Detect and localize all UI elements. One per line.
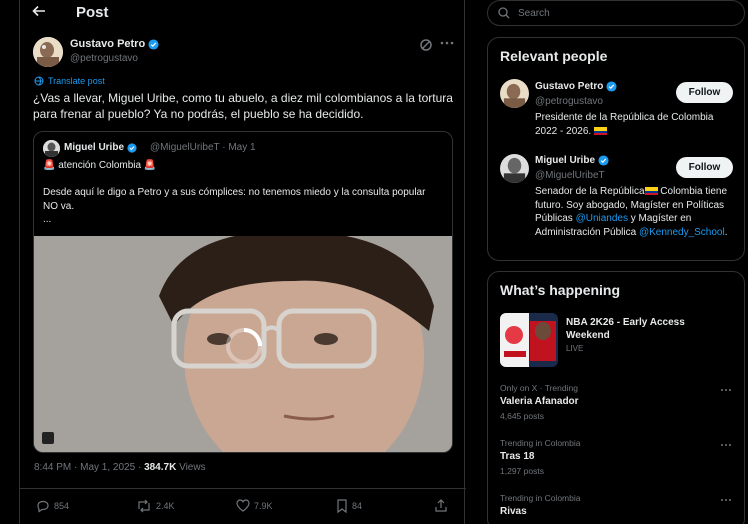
reply-count: 854 xyxy=(54,501,70,511)
trend-context: Only on X · Trending xyxy=(500,383,578,393)
trend-name[interactable]: Valeria Afanador xyxy=(500,396,579,407)
featured-trend-thumbnail[interactable] xyxy=(500,313,558,367)
quote-author-name-text[interactable]: Miguel Uribe xyxy=(64,142,124,153)
back-arrow-icon[interactable] xyxy=(32,4,52,20)
quote-text-line2: Desde aquí le digo a Petro y a sus cómpl… xyxy=(43,187,426,212)
colombia-flag-icon xyxy=(593,126,607,135)
author-name[interactable]: Gustavo Petro xyxy=(70,38,159,50)
search-icon xyxy=(498,7,510,19)
whats-happening-panel: What’s happening NBA 2K26 - Early Access… xyxy=(487,271,745,524)
person-avatar[interactable] xyxy=(500,79,529,108)
person-name[interactable]: Miguel Uribe xyxy=(535,155,609,166)
post-timestamp: 8:44 PM · May 1, 2025 · 384.7K Views xyxy=(34,462,206,473)
quote-meta: @MiguelUribeT · May 1 xyxy=(150,142,256,153)
more-options-icon[interactable] xyxy=(440,40,454,50)
bio-mention-link[interactable]: @Uniandes xyxy=(576,213,628,224)
views-count: 384.7K xyxy=(144,462,177,473)
video-player[interactable] xyxy=(34,236,452,452)
quote-text-line1: 🚨 atención Colombia 🚨 xyxy=(43,160,156,171)
repost-icon xyxy=(136,499,152,513)
bookmark-count: 84 xyxy=(352,501,363,511)
person-bio: Senador de la República Colombia tiene f… xyxy=(535,185,737,239)
repost-count: 2.4K xyxy=(156,501,175,511)
repost-button[interactable]: 2.4K xyxy=(136,499,175,513)
person-handle[interactable]: @petrogustavo xyxy=(535,96,603,107)
person-name-text[interactable]: Gustavo Petro xyxy=(535,81,603,92)
video-control-icon[interactable] xyxy=(42,432,54,444)
whats-happening-title: What’s happening xyxy=(500,282,621,298)
post-actions: 854 2.4K 7.9K 84 xyxy=(20,488,466,524)
author-avatar[interactable] xyxy=(33,37,63,67)
trend-count: 4,645 posts xyxy=(500,411,544,421)
verified-badge-icon xyxy=(148,38,159,50)
verified-badge-icon xyxy=(606,81,617,92)
views-label: Views xyxy=(176,462,206,473)
bookmark-button[interactable]: 84 xyxy=(336,499,362,513)
trend-context: Trending in Colombia xyxy=(500,493,581,503)
search-placeholder[interactable]: Search xyxy=(518,8,550,19)
bio-text: . xyxy=(724,226,728,238)
trend-context: Trending in Colombia xyxy=(500,438,581,448)
featured-trend-status: LIVE xyxy=(566,344,584,353)
siren-icon: 🚨 xyxy=(43,160,56,171)
translate-label[interactable]: Translate post xyxy=(48,76,105,86)
translate-icon xyxy=(34,76,44,86)
colombia-flag-icon xyxy=(644,187,658,195)
follow-button[interactable]: Follow xyxy=(676,157,733,178)
post-column: Post Gustavo Petro @petrogustavo Transla… xyxy=(19,0,466,524)
translate-post-link[interactable]: Translate post xyxy=(34,76,105,86)
person-handle[interactable]: @MiguelUribeT xyxy=(535,170,605,181)
bio-mention-link[interactable]: @Kennedy_School xyxy=(639,227,725,238)
person-bio-text: Presidente de la República de Colombia 2… xyxy=(535,112,714,137)
featured-trend-name[interactable]: NBA 2K26 - Early Access Weekend xyxy=(566,316,716,342)
post-header: Post xyxy=(20,0,466,28)
share-icon xyxy=(434,499,448,513)
post-text: ¿Vas a llevar, Miguel Uribe, como tu abu… xyxy=(33,91,453,121)
bio-text: Senador de la República xyxy=(535,186,645,197)
trend-name[interactable]: Tras 18 xyxy=(500,451,534,462)
person-name[interactable]: Gustavo Petro xyxy=(535,81,617,92)
page-title: Post xyxy=(76,4,109,21)
bookmark-icon xyxy=(336,499,348,513)
loading-spinner-icon xyxy=(224,326,264,366)
quote-line1-text: atención Colombia xyxy=(55,160,144,171)
trend-more-icon[interactable] xyxy=(720,443,734,449)
trend-more-icon[interactable] xyxy=(720,498,734,504)
relevant-people-panel: Relevant people Gustavo Petro @petrogust… xyxy=(487,37,745,261)
person-avatar[interactable] xyxy=(500,154,529,183)
quote-author-name[interactable]: Miguel Uribe xyxy=(64,142,137,153)
like-button[interactable]: 7.9K xyxy=(236,499,273,512)
trend-more-icon[interactable] xyxy=(720,388,734,394)
verified-badge-icon xyxy=(598,155,609,166)
person-bio: Presidente de la República de Colombia 2… xyxy=(535,111,737,138)
trend-count: 1,297 posts xyxy=(500,466,544,476)
follow-button[interactable]: Follow xyxy=(676,82,733,103)
quote-ellipsis: ... xyxy=(43,214,52,225)
quote-author-avatar[interactable] xyxy=(43,140,60,157)
heart-icon xyxy=(236,499,250,512)
siren-icon: 🚨 xyxy=(143,160,157,171)
verified-badge-icon xyxy=(127,142,137,153)
relevant-people-title: Relevant people xyxy=(500,48,608,64)
reply-button[interactable]: 854 xyxy=(36,499,69,513)
person-name-text[interactable]: Miguel Uribe xyxy=(535,155,595,166)
search-input[interactable]: Search xyxy=(487,0,745,26)
author-name-text[interactable]: Gustavo Petro xyxy=(70,38,145,50)
quoted-post[interactable]: Miguel Uribe @MiguelUribeT · May 1 🚨 ate… xyxy=(33,131,453,453)
grok-icon[interactable] xyxy=(419,38,433,52)
author-handle[interactable]: @petrogustavo xyxy=(70,53,138,64)
trend-name[interactable]: Rivas xyxy=(500,506,527,517)
timestamp-text: 8:44 PM · May 1, 2025 · xyxy=(34,462,145,473)
share-button[interactable] xyxy=(434,499,448,513)
like-count: 7.9K xyxy=(254,500,273,511)
reply-icon xyxy=(36,499,50,513)
